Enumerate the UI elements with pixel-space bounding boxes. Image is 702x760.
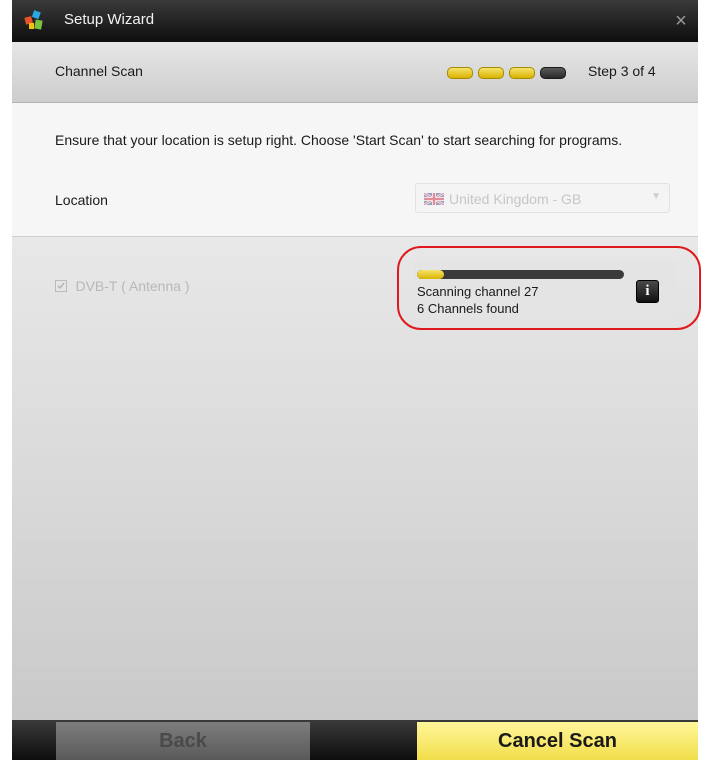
title-bar: Setup Wizard × <box>12 0 698 42</box>
step-dot-2 <box>478 67 504 79</box>
dvbt-checkbox[interactable] <box>55 279 67 292</box>
back-button[interactable]: Back <box>56 722 310 760</box>
scan-section: DVB-T ( Antenna ) Scanning channel 27 6 … <box>12 237 701 720</box>
close-button[interactable]: × <box>670 10 692 32</box>
info-button[interactable]: i <box>636 280 659 303</box>
wizard-footer: Back Cancel Scan <box>12 720 698 760</box>
scan-progress-bar <box>417 270 624 279</box>
location-selected-value: United Kingdom - GB <box>449 191 582 207</box>
step-dot-3 <box>509 67 535 79</box>
step-dot-4 <box>540 67 566 79</box>
scan-status-panel: Scanning channel 27 6 Channels found i <box>414 261 676 317</box>
window-title: Setup Wizard <box>64 11 155 28</box>
chevron-down-icon: ▼ <box>651 191 661 202</box>
app-logo-icon <box>24 10 43 30</box>
location-label: Location <box>55 192 108 208</box>
page-title: Channel Scan <box>55 63 143 79</box>
scanning-channel-text: Scanning channel 27 <box>417 284 539 299</box>
location-dropdown[interactable]: United Kingdom - GB ▼ <box>415 183 670 213</box>
wizard-header: Channel Scan Step 3 of 4 <box>12 42 698 103</box>
cancel-scan-button[interactable]: Cancel Scan <box>417 722 698 760</box>
step-progress-indicator <box>447 67 571 79</box>
step-counter: Step 3 of 4 <box>588 63 656 79</box>
scan-progress-fill <box>417 270 444 279</box>
dvbt-source-option[interactable]: DVB-T ( Antenna ) <box>55 277 190 295</box>
checkmark-icon <box>57 282 65 289</box>
step-dot-1 <box>447 67 473 79</box>
location-section: Ensure that your location is setup right… <box>12 103 698 237</box>
info-icon: i <box>645 283 650 299</box>
setup-wizard-window: Setup Wizard × Channel Scan Step 3 of 4 … <box>12 0 701 760</box>
instructions-text: Ensure that your location is setup right… <box>55 132 623 148</box>
dvbt-label: DVB-T ( Antenna ) <box>75 277 190 294</box>
channels-found-text: 6 Channels found <box>417 301 519 316</box>
close-icon: × <box>675 10 687 32</box>
uk-flag-icon <box>424 193 444 205</box>
